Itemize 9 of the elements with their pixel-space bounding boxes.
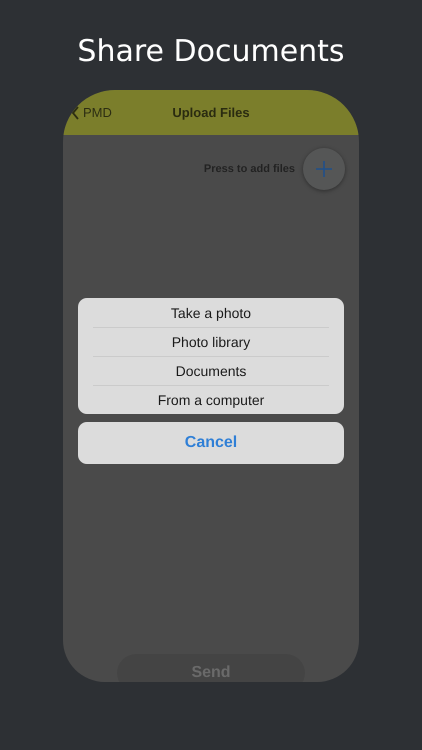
action-option[interactable]: From a computer [93,385,329,414]
add-button[interactable] [303,148,345,190]
action-option[interactable]: Take a photo [93,298,329,327]
action-option[interactable]: Documents [93,356,329,385]
screen-title: Upload Files [172,105,250,120]
headline: Share Documents [77,33,345,71]
plus-icon [316,161,332,177]
action-option[interactable]: Photo library [93,327,329,356]
chevron-left-icon [71,106,80,120]
